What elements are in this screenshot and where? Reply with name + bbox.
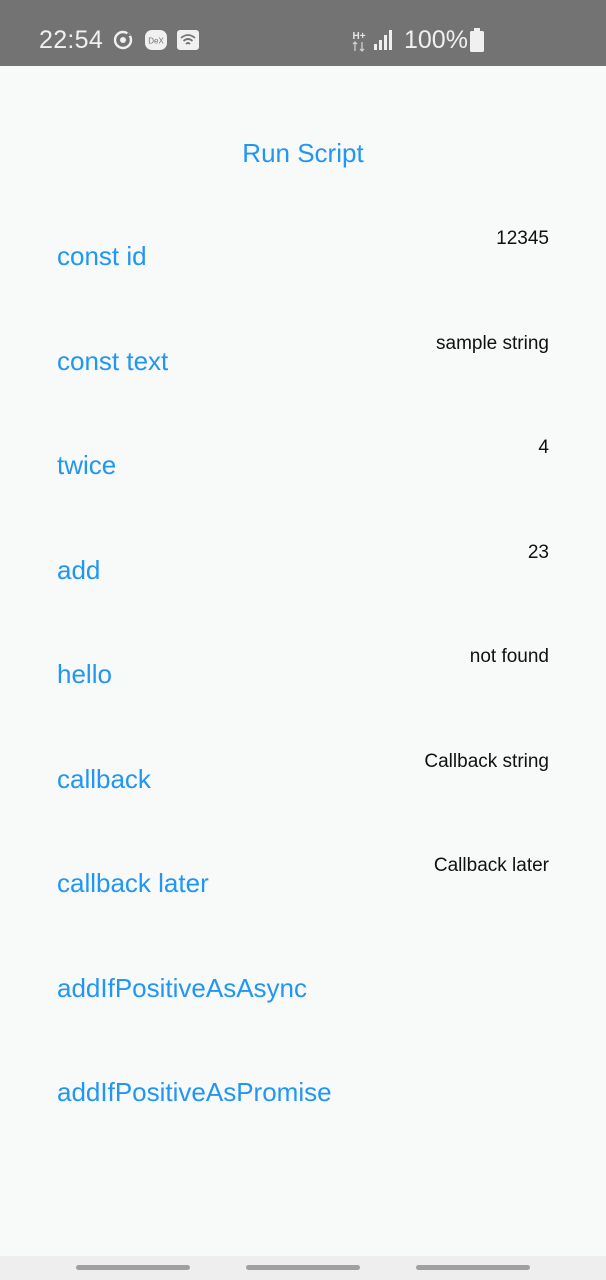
battery-percentage: 100% (404, 26, 468, 54)
result-row-add: add 23 (57, 541, 549, 631)
result-row-callback-later: callback later Callback later (57, 854, 549, 944)
row-value-hello: not found (469, 646, 549, 667)
result-row-add-if-positive-as-promise: addIfPositiveAsPromise (57, 1063, 549, 1153)
dex-icon: DeX (145, 30, 167, 50)
result-row-twice: twice 4 (57, 436, 549, 526)
nav-back-handle[interactable] (416, 1265, 530, 1270)
row-label-add-if-positive-as-async[interactable]: addIfPositiveAsAsync (57, 971, 307, 1005)
row-label-add[interactable]: add (57, 553, 100, 587)
status-time: 22:54 (39, 26, 104, 54)
result-row-const-text: const text sample string (57, 332, 549, 422)
row-value-add: 23 (527, 542, 549, 563)
row-label-callback-later[interactable]: callback later (57, 866, 209, 900)
row-value-twice: 4 (538, 437, 549, 458)
row-label-const-text[interactable]: const text (57, 344, 168, 378)
signal-icon (374, 30, 392, 50)
row-value-const-id: 12345 (496, 228, 549, 249)
status-bar: 22:54 DeX H+ 100% (0, 0, 606, 66)
run-script-button[interactable]: Run Script (0, 136, 606, 170)
battery-icon (470, 28, 484, 52)
result-row-add-if-positive-as-async: addIfPositiveAsAsync (57, 959, 549, 1049)
wifi-icon (177, 30, 199, 50)
row-label-hello[interactable]: hello (57, 657, 112, 691)
main-content: Run Script const id 12345 const text sam… (0, 66, 606, 1256)
nav-recents-handle[interactable] (76, 1265, 190, 1270)
result-row-callback: callback Callback string (57, 750, 549, 840)
data-arrows-icon: H+ (352, 31, 366, 52)
row-label-const-id[interactable]: const id (57, 239, 147, 273)
row-value-const-text: sample string (436, 333, 549, 354)
row-value-callback: Callback string (424, 751, 549, 772)
network-label: H+ (352, 31, 365, 42)
row-label-callback[interactable]: callback (57, 762, 151, 796)
dex-icon-label: DeX (148, 37, 164, 46)
row-value-callback-later: Callback later (433, 855, 549, 876)
row-label-twice[interactable]: twice (57, 448, 116, 482)
result-row-const-id: const id 12345 (57, 227, 549, 317)
row-label-add-if-positive-as-promise[interactable]: addIfPositiveAsPromise (57, 1075, 332, 1109)
sync-icon (113, 30, 133, 50)
navigation-bar (0, 1256, 606, 1280)
result-row-hello: hello not found (57, 645, 549, 735)
nav-home-handle[interactable] (246, 1265, 360, 1270)
